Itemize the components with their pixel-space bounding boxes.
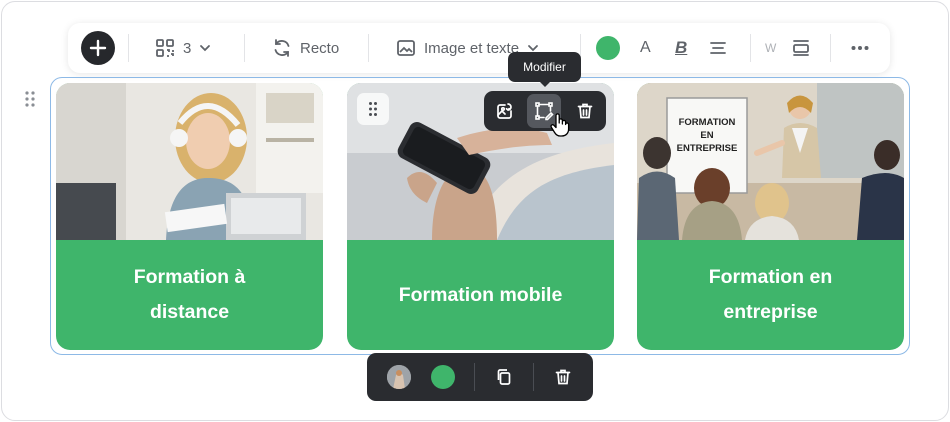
border-button[interactable] bbox=[791, 23, 811, 73]
align-icon bbox=[710, 42, 726, 54]
toolbar-divider bbox=[533, 363, 534, 391]
bold-button[interactable]: B bbox=[675, 23, 687, 73]
replace-image-button[interactable] bbox=[488, 94, 522, 128]
more-button[interactable] bbox=[851, 23, 869, 73]
columns-count: 3 bbox=[183, 39, 192, 57]
background-color-swatch[interactable] bbox=[431, 365, 455, 389]
width-button[interactable]: W bbox=[765, 23, 776, 73]
card-actions-toolbar bbox=[484, 91, 606, 131]
grid-icon bbox=[156, 39, 174, 57]
card-drag-handle[interactable] bbox=[357, 93, 389, 125]
card-caption[interactable]: Formation en entreprise bbox=[637, 240, 904, 350]
drag-handle-icon[interactable] bbox=[24, 90, 36, 108]
border-icon bbox=[793, 40, 809, 56]
rotate-icon bbox=[274, 39, 290, 57]
plus-icon bbox=[89, 39, 107, 57]
meeting-presentation-flipchart-photo: FORMATION EN ENTREPRISE bbox=[637, 83, 904, 240]
align-button[interactable] bbox=[709, 23, 727, 73]
more-icon bbox=[851, 46, 869, 50]
trash-icon bbox=[555, 369, 571, 385]
woman-with-headphones-laptop-photo bbox=[56, 83, 323, 240]
block-toolbar: 3 Recto Image et texte A B W bbox=[68, 23, 890, 73]
hand-cursor-icon bbox=[550, 113, 570, 137]
side-label: Recto bbox=[300, 39, 340, 57]
duplicate-button[interactable] bbox=[492, 365, 516, 389]
add-block-button[interactable] bbox=[81, 31, 115, 65]
toolbar-divider bbox=[830, 34, 831, 62]
duplicate-icon bbox=[497, 369, 511, 385]
toolbar-divider bbox=[750, 34, 751, 62]
toolbar-divider bbox=[368, 34, 369, 62]
card-formation-mobile[interactable]: Formation mobile bbox=[347, 83, 614, 350]
image-thumbnail-icon bbox=[387, 365, 411, 389]
text-color-icon: A bbox=[640, 39, 651, 56]
background-color-swatch[interactable] bbox=[596, 36, 620, 60]
delete-card-button[interactable] bbox=[568, 94, 602, 128]
tooltip: Modifier bbox=[508, 52, 581, 87]
width-icon: W bbox=[765, 41, 777, 55]
toolbar-divider bbox=[128, 34, 129, 62]
card-image: FORMATION EN ENTREPRISE bbox=[637, 83, 904, 240]
chevron-down-icon bbox=[200, 45, 211, 52]
bold-icon: B bbox=[675, 38, 688, 57]
image-icon bbox=[397, 40, 415, 56]
card-formation-en-entreprise[interactable]: FORMATION EN ENTREPRISE Formation en ent… bbox=[637, 83, 904, 350]
text-color-button[interactable]: A bbox=[640, 23, 651, 73]
toolbar-divider bbox=[244, 34, 245, 62]
svg-text:ENTREPRISE: ENTREPRISE bbox=[677, 143, 738, 154]
side-toggle-button[interactable]: Recto bbox=[272, 23, 339, 73]
delete-row-button[interactable] bbox=[551, 365, 575, 389]
layout-label: Image et texte bbox=[424, 39, 520, 57]
svg-text:FORMATION: FORMATION bbox=[679, 117, 736, 128]
card-image bbox=[56, 83, 323, 240]
image-thumbnail[interactable] bbox=[387, 365, 411, 389]
toolbar-divider bbox=[474, 363, 475, 391]
card-formation-a-distance[interactable]: Formation à distance bbox=[56, 83, 323, 350]
card-caption[interactable]: Formation mobile bbox=[347, 240, 614, 350]
drag-handle-icon bbox=[369, 102, 377, 116]
svg-text:EN: EN bbox=[700, 130, 713, 141]
row-actions-toolbar bbox=[367, 353, 593, 401]
replace-image-icon bbox=[497, 103, 512, 119]
trash-icon bbox=[577, 103, 593, 119]
card-caption[interactable]: Formation à distance bbox=[56, 240, 323, 350]
columns-dropdown[interactable]: 3 bbox=[155, 23, 211, 73]
